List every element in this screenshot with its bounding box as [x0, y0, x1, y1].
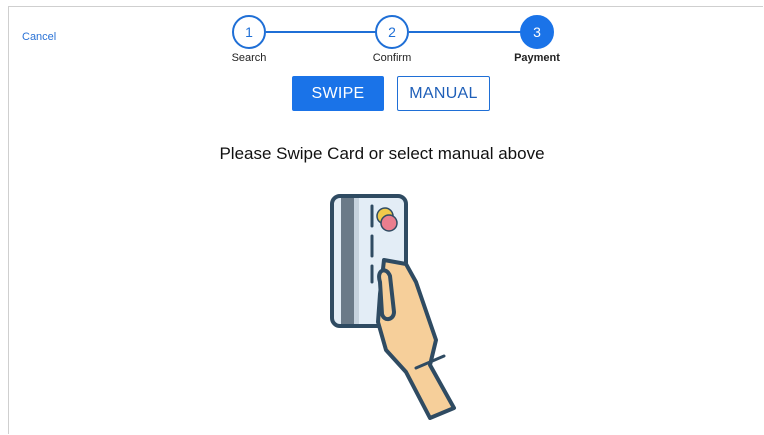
step-1-circle[interactable]: 1	[232, 15, 266, 49]
progress-stepper: 1 2 3 Search Confirm Payment	[0, 0, 764, 70]
manual-button[interactable]: MANUAL	[397, 76, 490, 111]
hand-holding-card-icon	[320, 190, 460, 425]
step-connector-2-3	[409, 31, 521, 33]
swipe-instruction: Please Swipe Card or select manual above	[219, 144, 545, 163]
step-3-label: Payment	[514, 52, 560, 64]
step-2-label: Confirm	[372, 52, 412, 64]
swipe-button[interactable]: SWIPE	[292, 76, 384, 111]
step-connector-1-2	[266, 31, 376, 33]
step-2-circle[interactable]: 2	[375, 15, 409, 49]
step-3-circle: 3	[520, 15, 554, 49]
step-1-label: Search	[231, 52, 267, 64]
